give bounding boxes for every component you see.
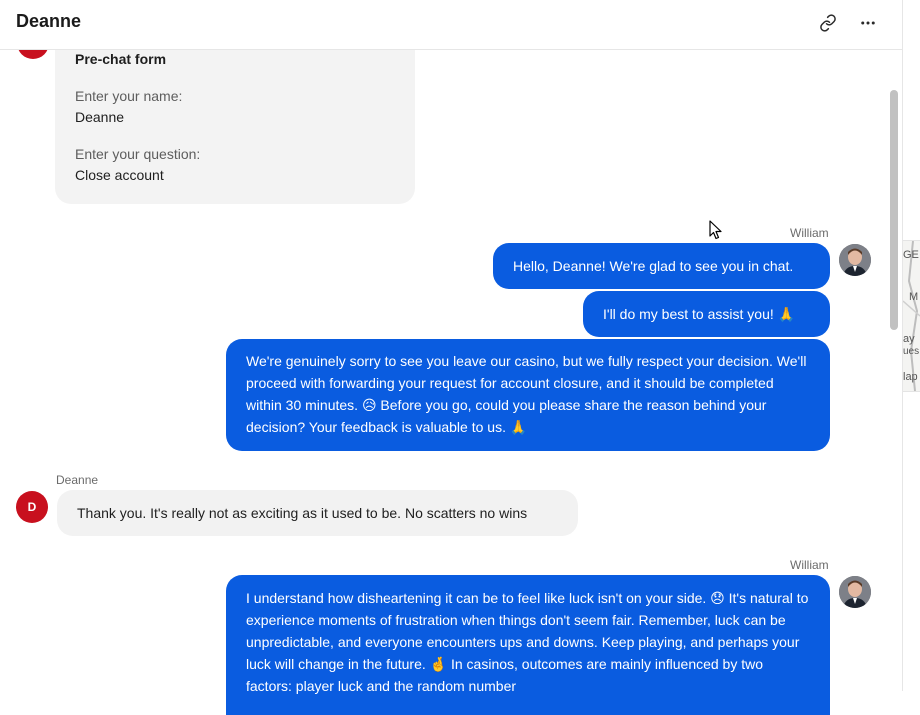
visitor-name-label: Deanne — [56, 473, 99, 487]
map-label: ues — [903, 346, 920, 357]
form-name-value: Deanne — [75, 109, 125, 125]
map-label: ay — [903, 333, 915, 345]
agent-message: I understand how disheartening it can be… — [226, 575, 830, 715]
more-options-button[interactable] — [853, 10, 883, 36]
map-preview-edge: GE M ay ues lap — [903, 240, 920, 392]
agent-message: Hello, Deanne! We're glad to see you in … — [493, 243, 830, 289]
agent-message: I'll do my best to assist you! 🙏 — [583, 291, 830, 337]
agent-photo-icon — [839, 244, 871, 276]
mouse-cursor-icon — [709, 220, 722, 240]
map-roads — [903, 241, 920, 391]
form-title: Pre-chat form — [75, 51, 167, 67]
chat-scrollbar[interactable] — [890, 90, 898, 330]
agent-avatar — [839, 576, 871, 608]
chat-header: Deanne — [0, 0, 902, 50]
chat-title: Deanne — [16, 11, 82, 31]
form-name-label: Enter your name: — [75, 88, 183, 104]
form-question-value: Close account — [75, 167, 164, 183]
link-icon — [820, 14, 836, 32]
agent-photo-icon — [839, 576, 871, 608]
visitor-avatar: D — [16, 491, 48, 523]
map-label: GE — [903, 249, 919, 261]
map-label: lap — [903, 371, 918, 383]
copy-link-button[interactable] — [813, 10, 843, 36]
more-horizontal-icon — [861, 21, 875, 25]
agent-message: We're genuinely sorry to see you leave o… — [226, 339, 830, 451]
pre-chat-form-card: Pre-chat form Enter your name: Deanne En… — [55, 30, 415, 204]
form-question-label: Enter your question: — [75, 146, 201, 162]
map-label: M — [909, 291, 919, 303]
agent-avatar — [839, 244, 871, 276]
agent-name-label: William — [790, 226, 829, 240]
visitor-message: Thank you. It's really not as exciting a… — [57, 490, 578, 536]
agent-name-label: William — [790, 558, 829, 572]
